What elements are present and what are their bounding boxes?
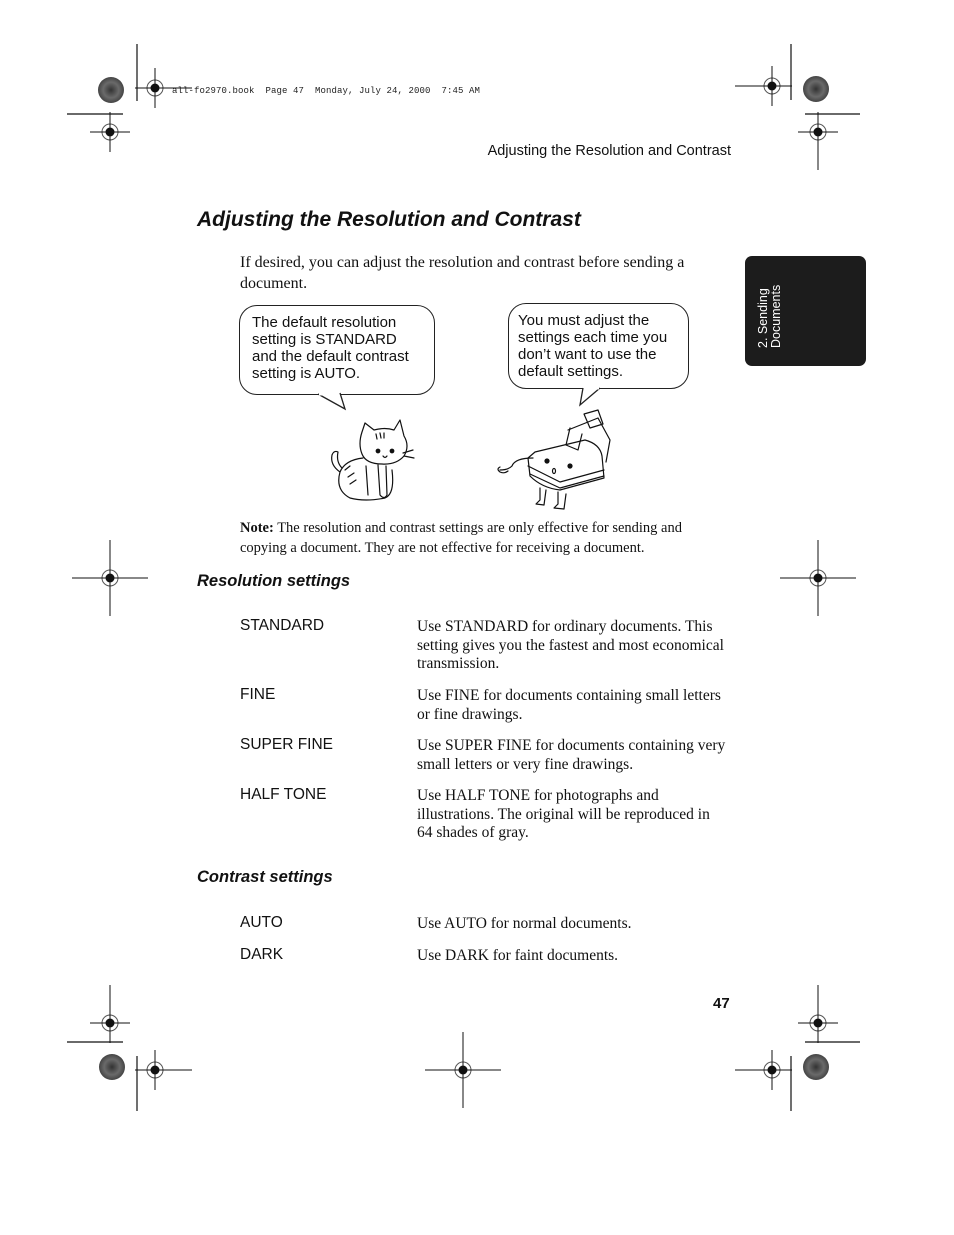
setting-term: AUTO <box>240 914 283 931</box>
page-number: 47 <box>713 995 730 1012</box>
bubble-tail <box>579 386 601 407</box>
note-label: Note: <box>240 520 274 536</box>
setting-term: FINE <box>240 686 276 703</box>
cat-illustration-icon <box>331 419 415 501</box>
note-text: The resolution and contrast settings are… <box>240 520 682 556</box>
setting-term: SUPER FINE <box>240 736 334 753</box>
setting-description: Use SUPER FINE for documents containing … <box>417 737 726 773</box>
setting-description: Use AUTO for normal documents. <box>417 915 632 932</box>
fax-machine-illustration-icon <box>497 409 611 510</box>
setting-description: Use FINE for documents containing small … <box>417 687 721 723</box>
note-paragraph: Note: The resolution and contrast settin… <box>240 519 730 558</box>
setting-description: Use STANDARD for ordinary documents. Thi… <box>417 618 724 672</box>
contrast-settings-heading: Contrast settings <box>197 868 333 886</box>
resolution-settings-heading: Resolution settings <box>197 572 351 590</box>
setting-term: HALF TONE <box>240 786 327 803</box>
setting-description: Use DARK for faint documents. <box>417 947 619 964</box>
setting-term: DARK <box>240 946 284 963</box>
bubble-tail <box>317 392 347 411</box>
setting-description: Use HALF TONE for photographs and illust… <box>417 787 710 841</box>
setting-term: STANDARD <box>240 617 325 634</box>
